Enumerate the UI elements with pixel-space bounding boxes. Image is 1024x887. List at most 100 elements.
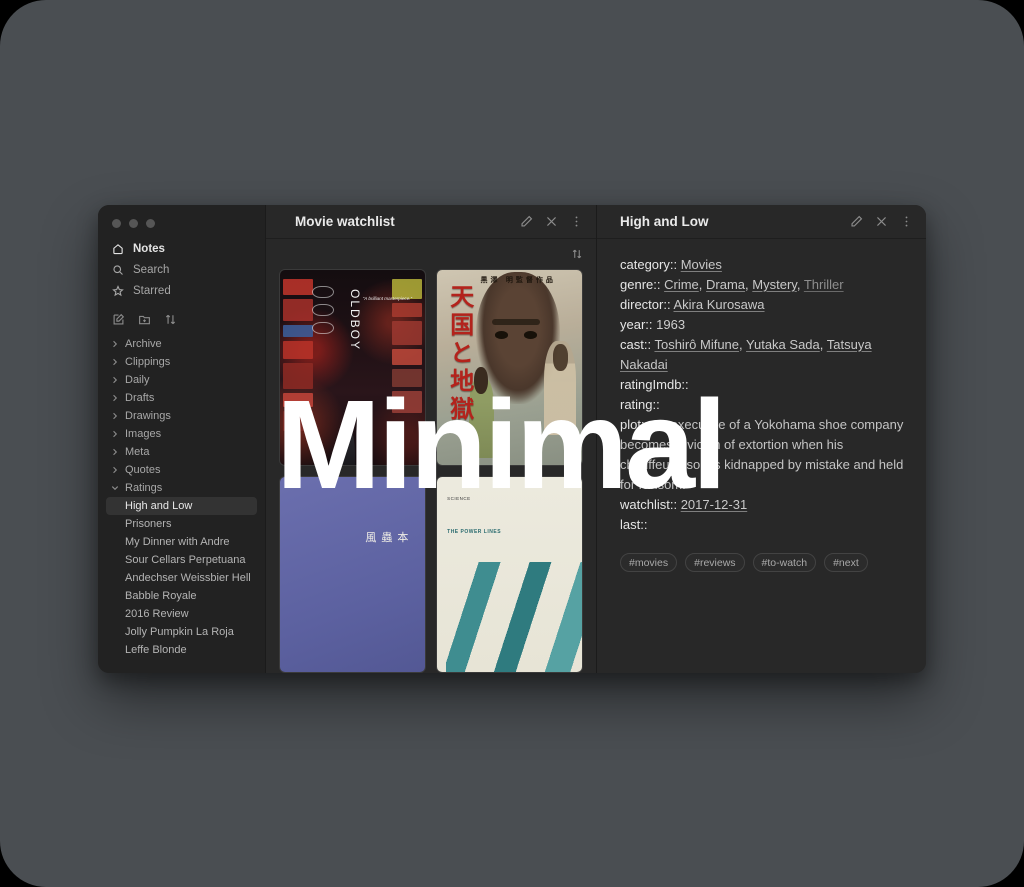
field-genre: genre:: Crime, Drama, Mystery, Thriller bbox=[620, 275, 904, 295]
tag-next[interactable]: #next bbox=[824, 553, 868, 572]
poster-cast-column: 三船敏郎 仲代達矢 bbox=[568, 447, 575, 465]
more-icon[interactable] bbox=[900, 215, 913, 228]
link-movies[interactable]: Movies bbox=[681, 257, 722, 272]
note-header-actions bbox=[850, 215, 913, 228]
link-drama[interactable]: Drama bbox=[706, 277, 745, 292]
new-note-icon[interactable] bbox=[112, 313, 125, 326]
folder-label: Drafts bbox=[125, 392, 155, 404]
window-traffic-lights[interactable] bbox=[98, 217, 265, 239]
folder-drafts[interactable]: Drafts bbox=[106, 389, 257, 407]
folder-images[interactable]: Images bbox=[106, 425, 257, 443]
new-folder-icon[interactable] bbox=[138, 313, 151, 326]
note-body[interactable]: category:: Movies genre:: Crime, Drama, … bbox=[597, 239, 926, 673]
folder-tree: Archive Clippings Daily Drafts Drawings bbox=[98, 335, 265, 659]
link-mystery[interactable]: Mystery bbox=[752, 277, 797, 292]
page-title: Movie watchlist bbox=[295, 214, 395, 229]
sort-icon[interactable] bbox=[571, 248, 583, 260]
chevron-right-icon bbox=[111, 376, 119, 384]
minimize-window-button[interactable] bbox=[129, 219, 138, 228]
poster-wave-graphic bbox=[445, 561, 582, 672]
chevron-right-icon bbox=[111, 466, 119, 474]
note-item-jolly-pumpkin-la-roja[interactable]: Jolly Pumpkin La Roja bbox=[106, 623, 257, 641]
poster-quote-text: “A brilliant masterpiece.” bbox=[362, 295, 413, 301]
separator: , bbox=[739, 337, 743, 352]
field-director: director:: Akira Kurosawa bbox=[620, 295, 904, 315]
movie-poster-oldboy: OLDBOY “A brilliant masterpiece.” bbox=[280, 270, 425, 465]
link-akira-kurosawa[interactable]: Akira Kurosawa bbox=[673, 297, 764, 312]
folder-meta[interactable]: Meta bbox=[106, 443, 257, 461]
sidebar-item-starred[interactable]: Starred bbox=[106, 281, 257, 301]
card-sort-bar bbox=[266, 239, 596, 269]
note-item-label: 2016 Review bbox=[125, 608, 189, 620]
folder-label: Daily bbox=[125, 374, 150, 386]
sidebar-item-notes[interactable]: Notes bbox=[106, 239, 257, 259]
note-item-babble-royale[interactable]: Babble Royale bbox=[106, 587, 257, 605]
link-watchlist-date[interactable]: 2017-12-31 bbox=[681, 497, 748, 512]
movie-card[interactable]: 風蟲本 bbox=[279, 476, 426, 673]
tag-to-watch[interactable]: #to-watch bbox=[752, 553, 817, 572]
movie-poster-purple: 風蟲本 bbox=[280, 477, 425, 672]
note-pane: High and Low category:: Movies genre:: C… bbox=[597, 205, 926, 673]
close-icon[interactable] bbox=[875, 215, 888, 228]
separator: , bbox=[745, 277, 749, 292]
field-plot: plot:: An executive of a Yokohama shoe c… bbox=[620, 415, 904, 495]
edit-icon[interactable] bbox=[520, 215, 533, 228]
page-backdrop: Notes Search Starred Archive Clippings D… bbox=[0, 0, 1024, 887]
folder-drawings[interactable]: Drawings bbox=[106, 407, 257, 425]
poster-credit-top: 黒澤 明監督作品 bbox=[480, 275, 556, 284]
poster-title-text: 風蟲本 bbox=[365, 530, 414, 544]
folder-archive[interactable]: Archive bbox=[106, 335, 257, 353]
poster-label-top: SCIENCE bbox=[447, 495, 471, 501]
note-item-andechser-weissbier-hell[interactable]: Andechser Weissbier Hell bbox=[106, 569, 257, 587]
sidebar-item-label: Search bbox=[133, 264, 170, 276]
neon-signs-right bbox=[391, 275, 423, 465]
center-pane: Movie watchlist OLDBOY “A brilliant mast… bbox=[265, 205, 597, 673]
sidebar-item-search[interactable]: Search bbox=[106, 260, 257, 280]
movie-card[interactable]: OLDBOY “A brilliant masterpiece.” Oldboy… bbox=[279, 269, 426, 466]
separator: , bbox=[796, 277, 801, 292]
tag-movies[interactable]: #movies bbox=[620, 553, 678, 572]
field-key: last:: bbox=[620, 517, 648, 532]
movie-poster-cream: SCIENCE THE POWER LINES bbox=[437, 477, 582, 672]
note-item-high-and-low[interactable]: High and Low bbox=[106, 497, 257, 515]
field-watchlist: watchlist:: 2017-12-31 bbox=[620, 495, 904, 515]
note-item-label: Leffe Blonde bbox=[125, 644, 187, 656]
zoom-window-button[interactable] bbox=[146, 219, 155, 228]
folder-ratings[interactable]: Ratings bbox=[106, 479, 257, 497]
link-yutaka-sada[interactable]: Yutaka Sada bbox=[746, 337, 820, 352]
note-item-prisoners[interactable]: Prisoners bbox=[106, 515, 257, 533]
poster-title-text: OLDBOY bbox=[348, 288, 363, 351]
note-item-label: Sour Cellars Perpetuana bbox=[125, 554, 246, 566]
folder-clippings[interactable]: Clippings bbox=[106, 353, 257, 371]
folder-daily[interactable]: Daily bbox=[106, 371, 257, 389]
sidebar-toolbar bbox=[98, 302, 265, 335]
field-category: category:: Movies bbox=[620, 255, 904, 275]
separator: , bbox=[698, 277, 703, 292]
chevron-right-icon bbox=[111, 394, 119, 402]
movie-card[interactable]: SCIENCE THE POWER LINES bbox=[436, 476, 583, 673]
close-window-button[interactable] bbox=[112, 219, 121, 228]
note-pane-header: High and Low bbox=[597, 205, 926, 239]
more-icon[interactable] bbox=[570, 215, 583, 228]
close-icon[interactable] bbox=[545, 215, 558, 228]
field-key: category:: bbox=[620, 257, 678, 272]
edit-icon[interactable] bbox=[850, 215, 863, 228]
tag-reviews[interactable]: #reviews bbox=[685, 553, 745, 572]
field-key: plot:: bbox=[620, 417, 649, 432]
link-thriller[interactable]: Thriller bbox=[804, 277, 844, 292]
poster-eye-right bbox=[524, 331, 538, 339]
sort-icon[interactable] bbox=[164, 313, 177, 326]
link-crime[interactable]: Crime bbox=[664, 277, 699, 292]
tag-list: #movies #reviews #to-watch #next bbox=[620, 535, 904, 572]
note-item-leffe-blonde[interactable]: Leffe Blonde bbox=[106, 641, 257, 659]
note-item-sour-cellars-perpetuana[interactable]: Sour Cellars Perpetuana bbox=[106, 551, 257, 569]
note-item-label: Babble Royale bbox=[125, 590, 197, 602]
note-item-2016-review[interactable]: 2016 Review bbox=[106, 605, 257, 623]
note-item-my-dinner-with-andre[interactable]: My Dinner with Andre bbox=[106, 533, 257, 551]
center-header-actions bbox=[520, 215, 583, 228]
movie-card[interactable]: 黒澤 明監督作品 天国と地獄 三船敏郎 仲代達矢 東宝株式会社 High and… bbox=[436, 269, 583, 466]
folder-quotes[interactable]: Quotes bbox=[106, 461, 257, 479]
sidebar-item-label: Starred bbox=[133, 285, 171, 297]
folder-label: Meta bbox=[125, 446, 150, 458]
link-toshiro-mifune[interactable]: Toshirô Mifune bbox=[654, 337, 739, 352]
